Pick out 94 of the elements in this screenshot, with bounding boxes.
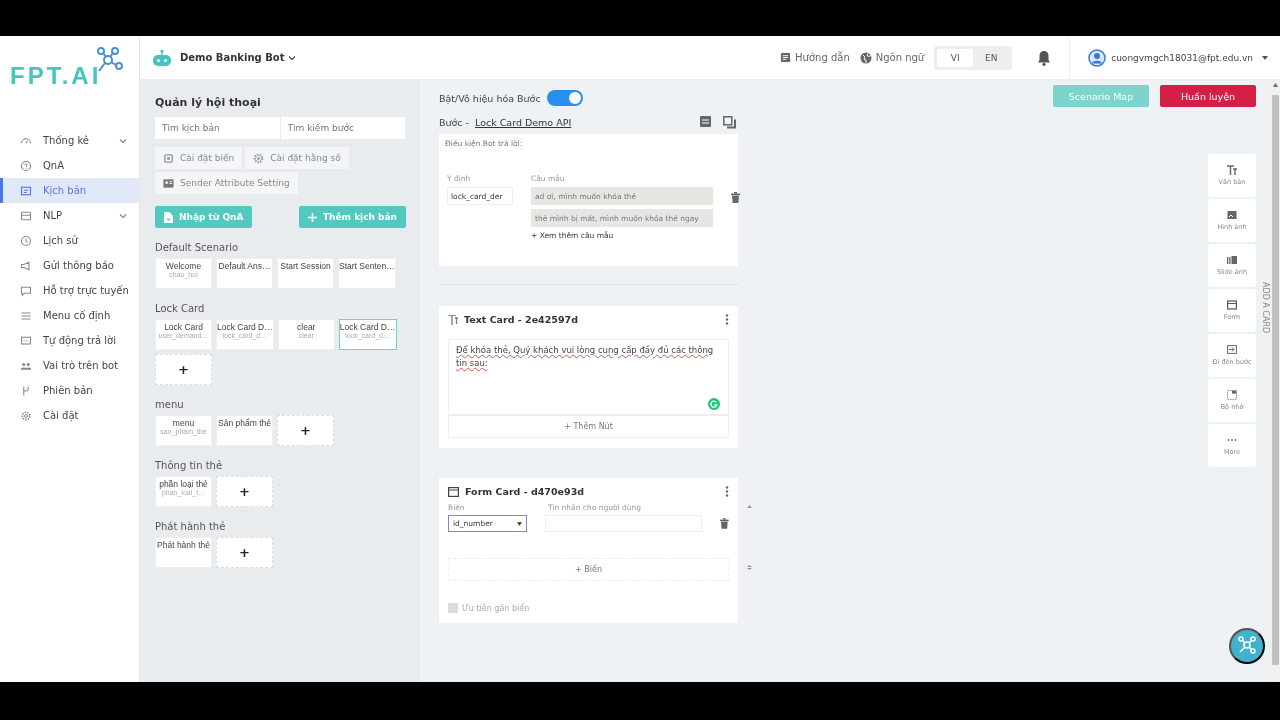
- list-icon: [700, 116, 711, 127]
- panel-title: ADD A CARD: [1260, 282, 1270, 336]
- gear-icon: [20, 409, 32, 422]
- caret-up-icon: [747, 504, 752, 509]
- checkbox[interactable]: [448, 603, 458, 613]
- caret-down-icon: [1262, 55, 1268, 60]
- document-icon: [20, 184, 32, 197]
- add-step-button[interactable]: +: [277, 415, 334, 446]
- text-icon: [1227, 165, 1237, 175]
- setting-button[interactable]: Cài đặt hằng số: [245, 147, 349, 169]
- logo-text: FPT.AI: [10, 62, 102, 90]
- sidebar-item[interactable]: NLP: [0, 203, 139, 228]
- sidebar-item[interactable]: QnA: [0, 153, 139, 178]
- menu-icon: [20, 309, 32, 322]
- message-icon: [20, 334, 32, 347]
- add-step-button[interactable]: +: [216, 537, 273, 568]
- scenario-name: Default Scenario: [155, 242, 240, 253]
- text-icon: [448, 314, 458, 325]
- sidebar-item[interactable]: Phiên bản: [0, 378, 139, 403]
- sidebar-item[interactable]: Thống kê: [0, 128, 139, 153]
- step-tile[interactable]: Default Ans…: [216, 258, 273, 289]
- window-icon: [448, 486, 459, 497]
- file-icon: [164, 211, 173, 223]
- step-tile[interactable]: Start Session: [277, 258, 334, 289]
- network-icon: [1237, 634, 1257, 655]
- sidebar-item[interactable]: Vai trò trên bot: [0, 353, 139, 378]
- sort-icon: [747, 565, 752, 570]
- enter-icon: [1227, 345, 1237, 355]
- step-toggle[interactable]: [546, 90, 583, 106]
- toggle-label: Bật/Vô hiệu hóa Bước: [439, 92, 541, 104]
- checkbox-label: Ưu tiên gán biến: [462, 603, 530, 613]
- sidebar-item[interactable]: Kịch bản: [0, 178, 139, 203]
- window-icon: [1227, 300, 1237, 310]
- more-vertical-icon: [725, 486, 729, 497]
- user-menu[interactable]: cuongvmgch18031@fpt.edu.vn: [1069, 35, 1268, 80]
- add-step-button[interactable]: +: [155, 354, 212, 385]
- caret-up-icon: [1272, 83, 1278, 87]
- document-icon: [780, 52, 792, 63]
- bot-selector[interactable]: Demo Banking Bot: [180, 52, 297, 63]
- search-field[interactable]: Tìm kiếm bước: [280, 117, 406, 139]
- chat-icon: [20, 284, 32, 297]
- copy-icon: [723, 116, 736, 129]
- step-label: Bước -: [439, 117, 470, 128]
- sidebar-item[interactable]: Lịch sử: [0, 228, 139, 253]
- step-name-link[interactable]: Lock Card Demo API: [475, 117, 572, 128]
- megaphone-icon: [20, 259, 32, 272]
- scenario-name: menu: [155, 399, 185, 410]
- slides-icon: [1227, 255, 1237, 265]
- scroll-thumb[interactable]: [1271, 95, 1279, 665]
- language-option[interactable]: VI: [937, 48, 974, 67]
- sidebar-item[interactable]: Tự động trả lời: [0, 328, 139, 353]
- setting-button[interactable]: Cài đặt biến: [155, 147, 243, 169]
- step-tile[interactable]: Sản phẩm thẻ: [216, 415, 273, 446]
- add-button[interactable]: + Thêm Nút: [448, 415, 729, 438]
- branch-icon: [20, 384, 32, 397]
- scenario-name: Phát hành thẻ: [155, 521, 227, 532]
- memory-icon: [1227, 390, 1237, 400]
- more-vertical-icon: [725, 314, 729, 325]
- add-step-button[interactable]: +: [216, 476, 273, 507]
- trash-icon: [731, 192, 740, 203]
- train-button[interactable]: Huấn luyện: [1160, 85, 1256, 107]
- sidebar-item[interactable]: Gửi thông báo: [0, 253, 139, 278]
- language-label: Ngôn ngữ: [875, 52, 925, 63]
- language-option[interactable]: EN: [973, 48, 1010, 67]
- clock-icon: [20, 234, 32, 247]
- scenario-name: Thông tin thẻ: [155, 460, 224, 471]
- globe-icon: [859, 51, 872, 64]
- chip-icon: [163, 152, 174, 164]
- chevron-down-icon: [288, 53, 297, 62]
- trash-icon: [720, 518, 729, 529]
- card-title: Text Card - 2e42597d: [464, 314, 578, 325]
- inbox-icon: [20, 209, 32, 222]
- add-variable-button[interactable]: + Biến: [448, 558, 729, 581]
- guide-link[interactable]: Hướng dẫn: [780, 52, 850, 63]
- scenario-name: Lock Card: [155, 303, 206, 314]
- sidebar-item[interactable]: Menu cố định: [0, 303, 139, 328]
- step-tile[interactable]: Start Senten…: [338, 258, 396, 289]
- sidebar-item[interactable]: Cài đặt: [0, 403, 139, 428]
- message-text: Để khóa thẻ, Quý khách vui lòng cung cấp đầy đủ các thông tin sau:: [456, 344, 715, 370]
- plus-icon: [307, 212, 317, 222]
- search-field[interactable]: Tìm kịch bản: [155, 117, 281, 139]
- card-title: Form Card - d470e93d: [465, 486, 585, 497]
- caret-down-icon: [517, 521, 523, 526]
- user-avatar-icon: [1088, 48, 1107, 67]
- step-tile[interactable]: Phát hành thẻ: [155, 537, 212, 568]
- gear-icon: [253, 152, 265, 164]
- image-icon: [1227, 210, 1237, 220]
- grammar-check-icon: [708, 398, 720, 410]
- panel-title: Quản lý hội thoại: [155, 96, 262, 109]
- sidebar-item[interactable]: Hỗ trợ trực tuyến: [0, 278, 139, 303]
- id-card-icon: [163, 177, 174, 189]
- question-icon: [20, 159, 32, 172]
- bell-icon: [1037, 49, 1052, 66]
- robot-icon: [152, 48, 172, 67]
